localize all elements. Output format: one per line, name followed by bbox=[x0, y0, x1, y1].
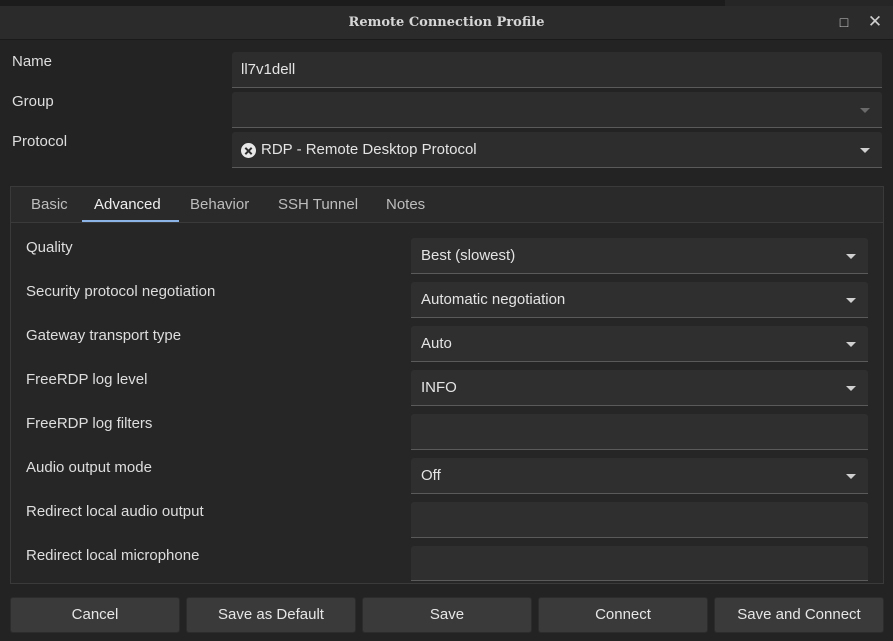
log-level-select[interactable]: INFO bbox=[411, 370, 868, 406]
log-filters-label: FreeRDP log filters bbox=[26, 415, 153, 432]
redirect-microphone-input[interactable] bbox=[411, 546, 868, 581]
cancel-button[interactable]: Cancel bbox=[10, 597, 180, 633]
close-icon[interactable]: ✕ bbox=[867, 13, 883, 30]
quality-select[interactable]: Best (slowest) bbox=[411, 238, 868, 274]
tab-ssh-tunnel[interactable]: SSH Tunnel bbox=[278, 196, 358, 213]
chevron-down-icon bbox=[846, 386, 856, 391]
quality-value: Best (slowest) bbox=[421, 247, 516, 264]
name-label: Name bbox=[12, 53, 53, 70]
security-negotiation-label: Security protocol negotiation bbox=[26, 283, 216, 300]
tab-advanced[interactable]: Advanced bbox=[94, 196, 161, 213]
save-and-connect-button[interactable]: Save and Connect bbox=[714, 597, 884, 633]
window-title: Remote Connection Profile bbox=[348, 15, 545, 30]
tab-basic[interactable]: Basic bbox=[31, 196, 68, 213]
chevron-down-icon bbox=[846, 474, 856, 479]
chevron-down-icon bbox=[846, 298, 856, 303]
log-level-label: FreeRDP log level bbox=[26, 371, 148, 388]
redirect-audio-label: Redirect local audio output bbox=[26, 503, 204, 520]
audio-output-label: Audio output mode bbox=[26, 459, 152, 476]
log-filters-input[interactable] bbox=[411, 414, 868, 450]
chevron-down-icon bbox=[846, 342, 856, 347]
name-value: ll7v1dell bbox=[241, 61, 296, 78]
connect-button[interactable]: Connect bbox=[538, 597, 708, 633]
gateway-transport-select[interactable]: Auto bbox=[411, 326, 868, 362]
security-negotiation-value: Automatic negotiation bbox=[421, 291, 566, 308]
log-level-value: INFO bbox=[421, 379, 457, 396]
gateway-transport-value: Auto bbox=[421, 335, 452, 352]
maximize-icon[interactable]: □ bbox=[836, 14, 852, 30]
chevron-down-icon bbox=[860, 108, 870, 113]
protocol-value: RDP - Remote Desktop Protocol bbox=[261, 141, 477, 158]
group-combobox[interactable] bbox=[232, 92, 882, 128]
name-field[interactable]: ll7v1dell bbox=[232, 52, 882, 88]
protocol-label: Protocol bbox=[12, 133, 68, 150]
tab-behavior[interactable]: Behavior bbox=[190, 196, 249, 213]
save-button[interactable]: Save bbox=[362, 597, 532, 633]
redirect-audio-input[interactable] bbox=[411, 502, 868, 538]
save-as-default-button[interactable]: Save as Default bbox=[186, 597, 356, 633]
tab-notes[interactable]: Notes bbox=[386, 196, 425, 213]
tab-bar: Basic Advanced Behavior SSH Tunnel Notes bbox=[11, 187, 883, 223]
chevron-down-icon bbox=[846, 254, 856, 259]
audio-output-select[interactable]: Off bbox=[411, 458, 868, 494]
chevron-down-icon bbox=[860, 148, 870, 153]
security-negotiation-select[interactable]: Automatic negotiation bbox=[411, 282, 868, 318]
protocol-select[interactable]: RDP - Remote Desktop Protocol bbox=[232, 132, 882, 168]
active-tab-indicator bbox=[82, 220, 179, 222]
top-strip bbox=[0, 0, 893, 6]
audio-output-value: Off bbox=[421, 467, 441, 484]
rdp-icon bbox=[241, 143, 256, 158]
redirect-microphone-label: Redirect local microphone bbox=[26, 547, 200, 564]
gateway-transport-label: Gateway transport type bbox=[26, 327, 182, 344]
button-bar: Cancel Save as Default Save Connect Save… bbox=[0, 588, 893, 641]
group-label: Group bbox=[12, 93, 54, 110]
quality-label: Quality bbox=[26, 239, 73, 256]
title-bar: Remote Connection Profile □ ✕ bbox=[0, 0, 893, 40]
